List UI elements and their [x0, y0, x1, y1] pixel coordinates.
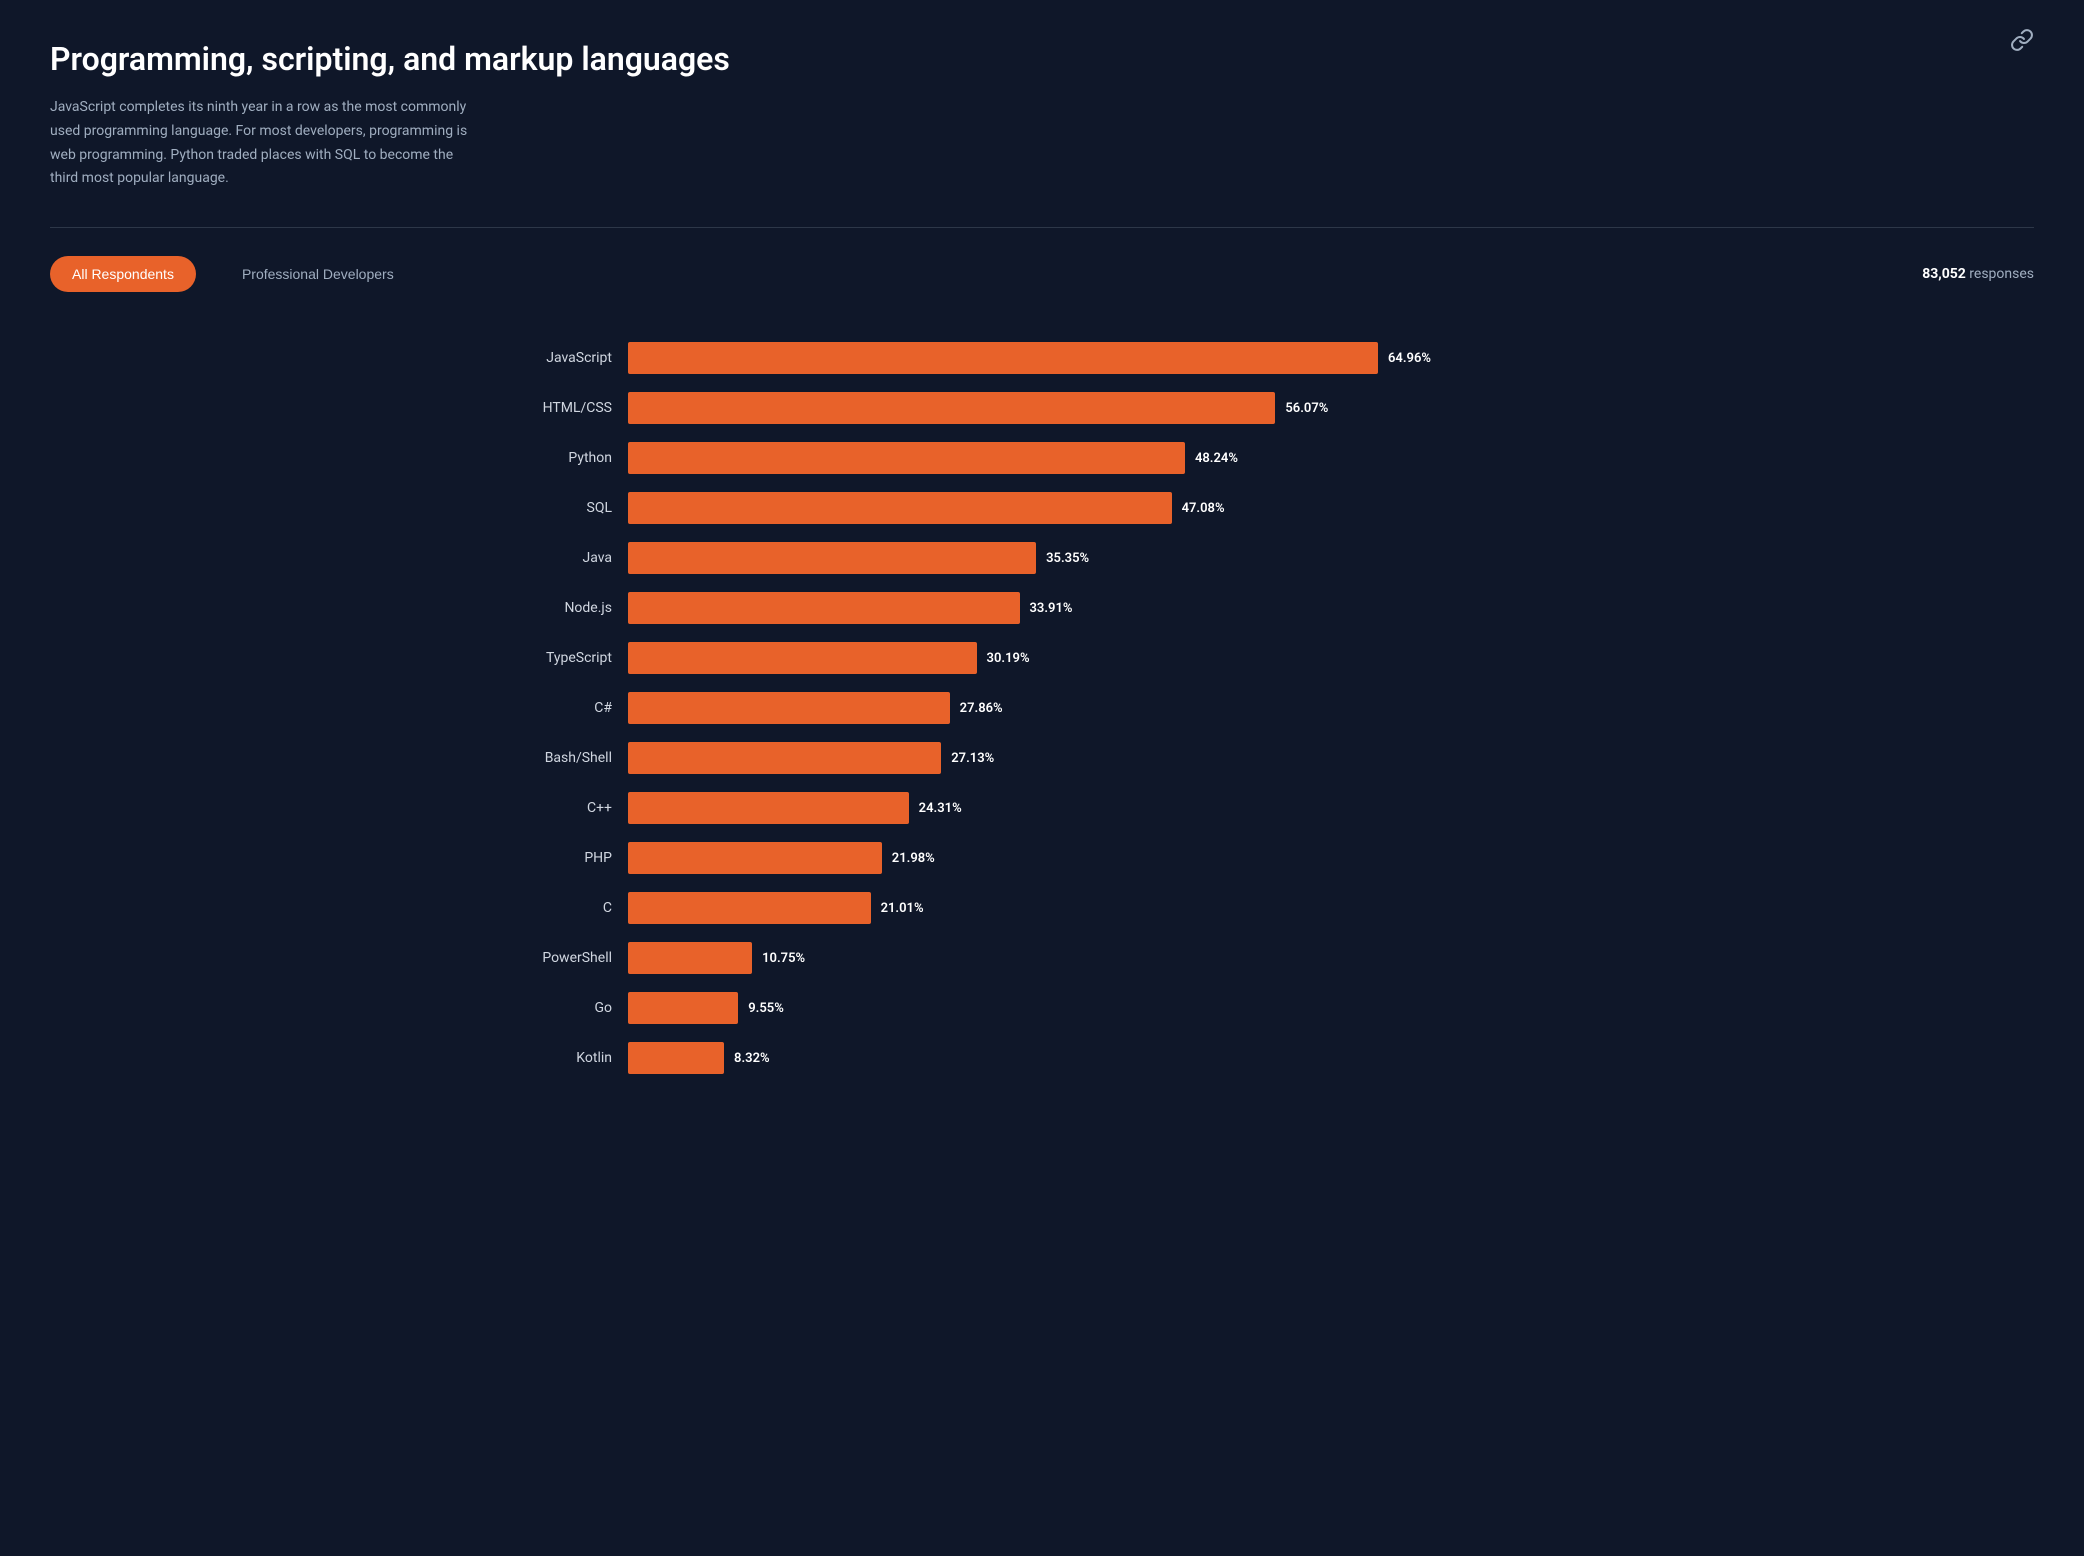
chart-label: C: [492, 900, 612, 916]
chart-label: C#: [492, 700, 612, 716]
chart-pct-label: 27.13%: [951, 751, 994, 766]
chart-row: Go 9.55%: [492, 992, 1592, 1024]
chart-label: Java: [492, 550, 612, 566]
chart-label: Bash/Shell: [492, 750, 612, 766]
chart-bar-wrapper: 9.55%: [628, 992, 1592, 1024]
chart-row: C# 27.86%: [492, 692, 1592, 724]
chart-row: Bash/Shell 27.13%: [492, 742, 1592, 774]
chart-bar: [628, 542, 1036, 574]
chart-pct-label: 24.31%: [919, 801, 962, 816]
chart-bar-wrapper: 27.86%: [628, 692, 1592, 724]
chart-bar: [628, 392, 1275, 424]
chart-pct-label: 30.19%: [987, 651, 1030, 666]
tab-professional-developers[interactable]: Professional Developers: [220, 256, 416, 292]
chart-row: TypeScript 30.19%: [492, 642, 1592, 674]
chart-label: HTML/CSS: [492, 400, 612, 416]
chart-row: SQL 47.08%: [492, 492, 1592, 524]
chart-bar: [628, 742, 941, 774]
chart-row: JavaScript 64.96%: [492, 342, 1592, 374]
chart-bar-wrapper: 21.01%: [628, 892, 1592, 924]
chart-pct-label: 27.86%: [960, 701, 1003, 716]
chart-pct-label: 64.96%: [1388, 351, 1431, 366]
chart-bar-wrapper: 56.07%: [628, 392, 1592, 424]
chart-bar: [628, 342, 1378, 374]
chart-row: C 21.01%: [492, 892, 1592, 924]
chart-row: PowerShell 10.75%: [492, 942, 1592, 974]
chart-pct-label: 9.55%: [748, 1001, 784, 1016]
chart-row: PHP 21.98%: [492, 842, 1592, 874]
chart-bar-wrapper: 10.75%: [628, 942, 1592, 974]
link-icon[interactable]: [2010, 28, 2034, 52]
chart-bar: [628, 842, 882, 874]
chart-row: C++ 24.31%: [492, 792, 1592, 824]
chart-row: HTML/CSS 56.07%: [492, 392, 1592, 424]
chart-bar: [628, 692, 950, 724]
chart-label: Kotlin: [492, 1050, 612, 1066]
chart-bar-wrapper: 33.91%: [628, 592, 1592, 624]
chart-bar: [628, 442, 1185, 474]
chart-bar: [628, 1042, 724, 1074]
chart-bar-wrapper: 47.08%: [628, 492, 1592, 524]
chart-pct-label: 33.91%: [1030, 601, 1073, 616]
chart-bar: [628, 942, 752, 974]
chart-bar-wrapper: 21.98%: [628, 842, 1592, 874]
chart-bar-wrapper: 35.35%: [628, 542, 1592, 574]
chart-label: PHP: [492, 850, 612, 866]
chart-container: JavaScript 64.96% HTML/CSS 56.07% Python 48.2…: [492, 342, 1592, 1074]
page-description: JavaScript completes its ninth year in a…: [50, 96, 470, 191]
chart-label: C++: [492, 800, 612, 816]
filter-bar: All Respondents Professional Developers …: [50, 256, 2034, 292]
chart-label: SQL: [492, 500, 612, 516]
section-divider: [50, 227, 2034, 228]
chart-bar-wrapper: 48.24%: [628, 442, 1592, 474]
chart-pct-label: 48.24%: [1195, 451, 1238, 466]
chart-label: JavaScript: [492, 350, 612, 366]
chart-pct-label: 8.32%: [734, 1051, 770, 1066]
chart-label: Node.js: [492, 600, 612, 616]
chart-bar: [628, 642, 977, 674]
chart-pct-label: 56.07%: [1285, 401, 1328, 416]
chart-bar-wrapper: 24.31%: [628, 792, 1592, 824]
chart-pct-label: 21.98%: [892, 851, 935, 866]
tab-all-respondents[interactable]: All Respondents: [50, 256, 196, 292]
chart-bar: [628, 892, 871, 924]
chart-label: PowerShell: [492, 950, 612, 966]
filter-tabs: All Respondents Professional Developers: [50, 256, 416, 292]
responses-number: 83,052: [1922, 266, 1966, 282]
chart-label: Python: [492, 450, 612, 466]
chart-bar: [628, 592, 1020, 624]
chart-row: Kotlin 8.32%: [492, 1042, 1592, 1074]
page-header: Programming, scripting, and markup langu…: [50, 40, 2034, 191]
chart-label: Go: [492, 1000, 612, 1016]
chart-pct-label: 47.08%: [1182, 501, 1225, 516]
chart-bar-wrapper: 64.96%: [628, 342, 1592, 374]
responses-label: responses: [1969, 266, 2034, 282]
chart-bar: [628, 792, 909, 824]
chart-row: Node.js 33.91%: [492, 592, 1592, 624]
chart-pct-label: 35.35%: [1046, 551, 1089, 566]
chart-bar-wrapper: 27.13%: [628, 742, 1592, 774]
chart-row: Python 48.24%: [492, 442, 1592, 474]
chart-pct-label: 21.01%: [881, 901, 924, 916]
chart-row: Java 35.35%: [492, 542, 1592, 574]
chart-bar-wrapper: 30.19%: [628, 642, 1592, 674]
page-title: Programming, scripting, and markup langu…: [50, 40, 2034, 78]
chart-bar: [628, 492, 1172, 524]
chart-label: TypeScript: [492, 650, 612, 666]
chart-bar-wrapper: 8.32%: [628, 1042, 1592, 1074]
chart-bar: [628, 992, 738, 1024]
chart-pct-label: 10.75%: [762, 951, 805, 966]
responses-count: 83,052 responses: [1922, 266, 2034, 282]
